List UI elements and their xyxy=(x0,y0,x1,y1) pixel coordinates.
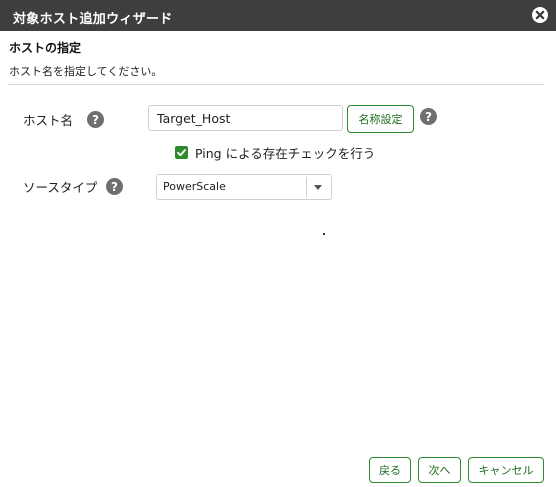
host-name-input[interactable] xyxy=(148,105,343,131)
next-button[interactable]: 次へ xyxy=(418,457,461,483)
host-name-help-icon[interactable]: ? xyxy=(87,111,104,128)
source-type-select[interactable]: PowerScale xyxy=(156,174,332,200)
close-icon[interactable] xyxy=(531,6,549,24)
ping-check-label: Ping による存在チェックを行う xyxy=(195,146,376,161)
section-divider xyxy=(8,84,544,85)
select-divider xyxy=(306,177,307,197)
wizard-titlebar: 対象ホスト追加ウィザード xyxy=(0,0,556,31)
wizard-title: 対象ホスト追加ウィザード xyxy=(13,12,173,27)
cancel-button[interactable]: キャンセル xyxy=(468,457,544,483)
chevron-down-icon[interactable] xyxy=(314,185,322,190)
ping-checkbox[interactable] xyxy=(175,146,188,159)
section-description: ホスト名を指定してください。 xyxy=(9,65,163,78)
stray-dot xyxy=(323,233,325,235)
name-setting-help-icon[interactable]: ? xyxy=(420,108,437,125)
back-button[interactable]: 戻る xyxy=(369,457,411,483)
name-setting-button[interactable]: 名称設定 xyxy=(347,105,414,133)
source-type-help-icon[interactable]: ? xyxy=(106,178,123,195)
source-type-selected-value: PowerScale xyxy=(163,180,226,193)
host-name-label: ホスト名 xyxy=(23,113,74,128)
source-type-label: ソースタイプ xyxy=(23,180,98,195)
section-title: ホストの指定 xyxy=(9,41,82,55)
checkmark-icon xyxy=(177,149,186,157)
ping-check-row[interactable]: Ping による存在チェックを行う xyxy=(175,143,375,162)
